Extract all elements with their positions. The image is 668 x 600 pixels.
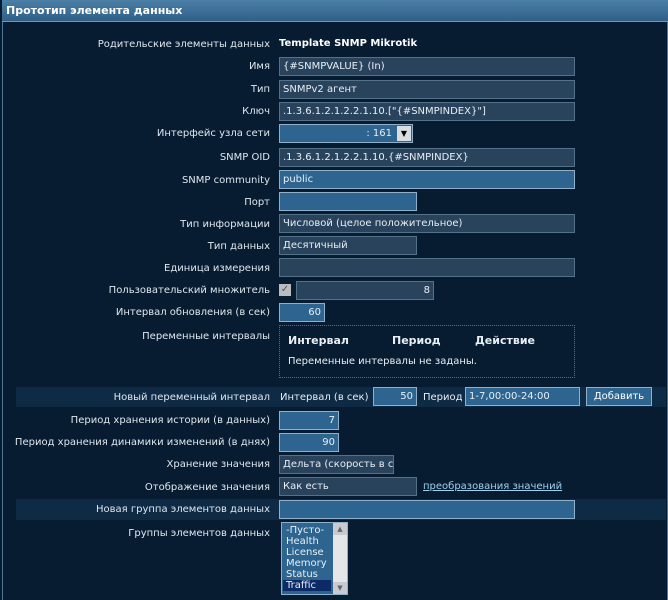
add-flex-button[interactable]: Добавить xyxy=(586,387,652,406)
newflex-period-label: Период xyxy=(423,392,463,403)
groups-listbox[interactable]: -Пусто- Health License Memory Status Traffic … xyxy=(281,522,348,595)
label-info: Тип информации xyxy=(180,219,270,230)
label-trends: Период хранения динамики изменений (в дн… xyxy=(14,437,270,448)
flex-empty-text: Переменные интервалы не заданы. xyxy=(288,356,477,367)
label-groups: Группы элементов данных xyxy=(128,528,270,539)
listbox-scrollbar[interactable]: ▲ ▼ xyxy=(333,523,347,594)
group-option[interactable]: Traffic xyxy=(283,580,331,591)
label-newflex: Новый переменный интервал xyxy=(113,392,270,403)
label-community: SNMP community xyxy=(181,175,270,186)
type-select[interactable]: SNMPv2 агент xyxy=(279,80,575,99)
interface-select[interactable]: : 161 ▼ xyxy=(279,124,413,143)
interface-value: : 161 xyxy=(366,128,392,139)
snmp-oid-input[interactable]: .1.3.6.1.2.1.2.2.1.10.{#SNMPINDEX} xyxy=(279,148,575,167)
label-history: Период хранения истории (в данных) xyxy=(70,415,270,426)
label-store: Хранение значения xyxy=(166,459,270,470)
label-delay: Интервал обновления (в сек) xyxy=(115,307,270,318)
label-port: Порт xyxy=(244,197,270,208)
col-interval: Интервал xyxy=(288,334,349,347)
units-input[interactable] xyxy=(279,258,575,277)
group-option[interactable]: Health xyxy=(283,536,331,547)
history-input[interactable]: 7 xyxy=(279,411,339,430)
flex-intervals-table: Интервал Период Действие Переменные инте… xyxy=(279,325,575,378)
new-group-input[interactable] xyxy=(279,500,575,519)
label-multiplier: Пользовательский множитель xyxy=(108,285,270,296)
name-input[interactable]: {#SNMPVALUE} (In) xyxy=(279,57,575,76)
show-value-select[interactable]: Как есть xyxy=(279,477,417,496)
label-parent: Родительские элементы данных xyxy=(97,39,270,50)
newflex-period-input[interactable]: 1-7,00:00-24:00 xyxy=(465,387,580,406)
group-option[interactable]: License xyxy=(283,547,331,558)
scroll-up-icon[interactable]: ▲ xyxy=(333,523,347,535)
multiplier-input[interactable]: 8 xyxy=(296,281,434,300)
group-option[interactable]: Status xyxy=(283,569,331,580)
label-iface: Интерфейс узла сети xyxy=(156,128,270,139)
col-action: Действие xyxy=(475,334,535,347)
label-newgroup: Новая группа элементов данных xyxy=(96,504,270,515)
info-type-select[interactable]: Числовой (целое положительное) xyxy=(279,214,575,233)
trends-input[interactable]: 90 xyxy=(279,433,339,452)
scroll-down-icon[interactable]: ▼ xyxy=(333,582,347,594)
port-input[interactable] xyxy=(279,192,417,211)
label-show: Отображение значения xyxy=(144,482,270,493)
parent-template-link[interactable]: Template SNMP Mikrotik xyxy=(279,38,417,49)
newflex-interval-input[interactable]: 50 xyxy=(373,387,417,406)
store-value-select[interactable]: Дельта (скорость в с xyxy=(279,455,394,474)
group-option[interactable]: Memory xyxy=(283,558,331,569)
group-option[interactable]: -Пусто- xyxy=(283,525,331,536)
label-type: Тип xyxy=(250,84,270,95)
label-datatype: Тип данных xyxy=(207,241,270,252)
label-units: Единица измерения xyxy=(164,263,270,274)
multiplier-checkbox[interactable]: ✓ xyxy=(279,284,291,296)
page-title: Прототип элемента данных xyxy=(2,0,668,22)
label-key: Ключ xyxy=(242,106,270,117)
col-period: Период xyxy=(392,334,441,347)
value-mapping-link[interactable]: преобразования значений xyxy=(423,481,562,492)
data-type-select[interactable]: Десятичный xyxy=(279,236,417,255)
label-flex: Переменные интервалы xyxy=(142,331,270,342)
key-input[interactable]: .1.3.6.1.2.1.2.2.1.10.["{#SNMPINDEX}"] xyxy=(279,102,575,121)
chevron-down-icon[interactable]: ▼ xyxy=(397,126,411,141)
snmp-community-input[interactable]: public xyxy=(279,170,575,189)
label-name: Имя xyxy=(248,61,270,72)
delay-input[interactable]: 60 xyxy=(279,303,325,322)
label-oid: SNMP OID xyxy=(219,152,270,163)
newflex-interval-label: Интервал (в сек) xyxy=(280,392,369,403)
